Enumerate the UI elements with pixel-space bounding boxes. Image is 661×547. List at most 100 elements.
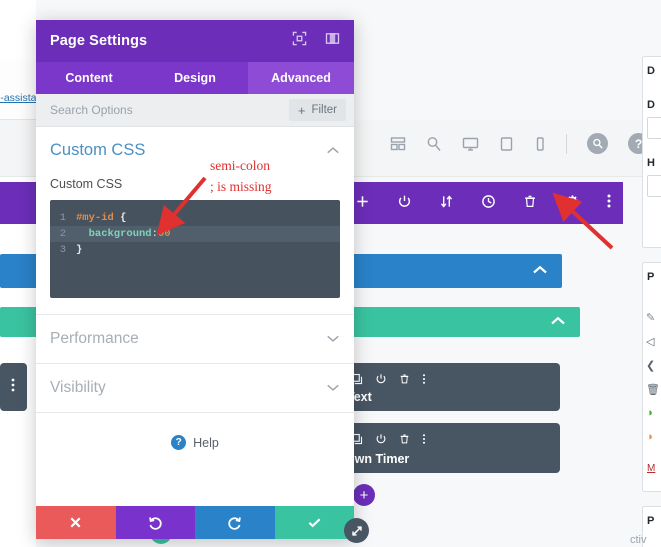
- builder-view-icons: ?: [390, 133, 649, 154]
- css-property: background: [76, 228, 152, 240]
- sort-icon[interactable]: [439, 194, 454, 214]
- section-custom-css: Custom CSS Custom CSS 1 #my-id { 2 backg…: [36, 127, 354, 315]
- save-button[interactable]: [274, 506, 354, 539]
- tablet-icon[interactable]: [499, 136, 514, 152]
- section-custom-css-header[interactable]: Custom CSS: [50, 141, 340, 160]
- phone-icon[interactable]: [534, 136, 546, 152]
- module-action-icons: [355, 193, 611, 214]
- code-line[interactable]: 3 }: [50, 242, 340, 258]
- trash-icon[interactable]: [399, 432, 410, 450]
- add-module-button[interactable]: +: [353, 484, 375, 506]
- modal-footer: [36, 506, 354, 539]
- activate-watermark: ctiv: [630, 534, 647, 546]
- module-block-left[interactable]: [0, 363, 27, 411]
- css-close-brace: }: [76, 244, 83, 256]
- custom-css-code-editor[interactable]: 1 #my-id { 2 background:00 3 }: [50, 200, 340, 298]
- zoom-out-icon[interactable]: [426, 136, 442, 152]
- zoom-circle-icon[interactable]: [587, 133, 608, 154]
- back-icon[interactable]: ◁: [646, 335, 654, 348]
- module-block-countdown[interactable]: own Timer: [341, 423, 560, 473]
- undo-icon: [148, 517, 162, 530]
- custom-css-field-label: Custom CSS: [50, 177, 123, 191]
- search-input[interactable]: [50, 103, 289, 117]
- trash-icon[interactable]: [523, 194, 537, 214]
- wireframe-icon[interactable]: [390, 136, 406, 152]
- screen-root: l-assista ? Text own Timer + D D H P ✎ ◁…: [0, 0, 661, 547]
- modal-tabs: Content Design Advanced: [36, 62, 354, 94]
- expand-icon[interactable]: [292, 31, 307, 51]
- code-line[interactable]: 1 #my-id {: [50, 210, 340, 226]
- modal-header-icons: [292, 31, 340, 51]
- cancel-button[interactable]: [36, 506, 116, 539]
- chevron-up-icon[interactable]: [532, 262, 548, 280]
- section-title: Performance: [50, 330, 139, 347]
- wp-permalink-partial[interactable]: l-assista: [0, 92, 37, 104]
- line-number: 3: [59, 244, 66, 256]
- wp-right-panel-1: D D H: [642, 56, 661, 248]
- help-row[interactable]: ? Help: [36, 435, 354, 450]
- gear-icon[interactable]: [564, 193, 580, 214]
- more-vertical-icon[interactable]: [607, 193, 611, 214]
- right-panel-label: P: [647, 515, 655, 527]
- page-settings-modal: Page Settings Content Design Advanced Se…: [36, 20, 354, 539]
- history-icon[interactable]: [481, 194, 496, 214]
- pending-icon[interactable]: ◑: [646, 431, 653, 443]
- tab-advanced[interactable]: Advanced: [248, 62, 354, 94]
- redo-icon: [228, 517, 242, 530]
- css-selector: #my-id: [76, 212, 114, 224]
- power-icon[interactable]: [375, 372, 387, 390]
- power-icon[interactable]: [375, 432, 387, 450]
- code-line[interactable]: 2 background:00: [50, 226, 340, 242]
- filter-button-label: Filter: [311, 104, 337, 116]
- filter-button[interactable]: + Filter: [288, 99, 346, 121]
- section-title: Custom CSS: [50, 141, 146, 159]
- desktop-icon[interactable]: [462, 136, 479, 152]
- publish-icon[interactable]: ◑: [646, 407, 653, 419]
- right-panel-field[interactable]: [647, 117, 661, 139]
- plus-icon[interactable]: [355, 194, 370, 214]
- right-panel-field[interactable]: [647, 175, 661, 197]
- chevron-left-icon[interactable]: ❮: [646, 359, 655, 372]
- pencil-icon[interactable]: ✎: [646, 311, 655, 324]
- modal-header: Page Settings: [36, 20, 354, 62]
- tab-design[interactable]: Design: [142, 62, 248, 94]
- right-panel-link[interactable]: M: [647, 463, 655, 474]
- undo-button[interactable]: [115, 506, 195, 539]
- help-icon: ?: [171, 435, 187, 450]
- help-label: Help: [193, 435, 219, 450]
- annotation-line-1: semi-colon: [210, 158, 270, 173]
- search-row: + Filter: [36, 94, 354, 127]
- module-icons: [351, 432, 426, 450]
- chevron-down-icon[interactable]: [326, 330, 340, 348]
- redo-button[interactable]: [195, 506, 275, 539]
- power-icon[interactable]: [397, 194, 412, 214]
- modal-body: Custom CSS Custom CSS 1 #my-id { 2 backg…: [36, 127, 354, 506]
- toolbar-divider: [566, 133, 567, 154]
- more-vertical-icon[interactable]: [11, 377, 15, 398]
- more-vertical-icon[interactable]: [422, 432, 426, 450]
- more-vertical-icon[interactable]: [422, 372, 426, 390]
- css-value: 00: [157, 228, 171, 240]
- section-title: Visibility: [50, 379, 106, 396]
- annotation-line-2: ; is missing: [210, 179, 272, 194]
- chevron-down-icon[interactable]: [326, 379, 340, 397]
- right-panel-label: H: [647, 157, 655, 169]
- line-number: 1: [59, 212, 66, 224]
- right-panel-label: D: [647, 99, 655, 111]
- module-label: own Timer: [347, 452, 410, 466]
- line-number: 2: [59, 228, 66, 240]
- page-title: Page Settings: [50, 33, 148, 49]
- chevron-up-icon[interactable]: [326, 142, 340, 160]
- trash-icon[interactable]: [399, 372, 410, 390]
- section-visibility[interactable]: Visibility: [36, 364, 354, 413]
- trash-icon[interactable]: 🗑: [646, 383, 660, 396]
- module-block-text[interactable]: Text: [341, 363, 560, 411]
- modal-resize-handle[interactable]: [344, 518, 369, 543]
- chevron-up-icon[interactable]: [550, 313, 566, 331]
- plus-icon: +: [297, 102, 306, 118]
- snap-layout-icon[interactable]: [325, 31, 340, 51]
- module-icons: [351, 372, 426, 390]
- wp-right-panel-2: P ✎ ◁ ❮ 🗑 ◑ ◑ M: [642, 262, 661, 492]
- section-performance[interactable]: Performance: [36, 315, 354, 364]
- tab-content[interactable]: Content: [36, 62, 142, 94]
